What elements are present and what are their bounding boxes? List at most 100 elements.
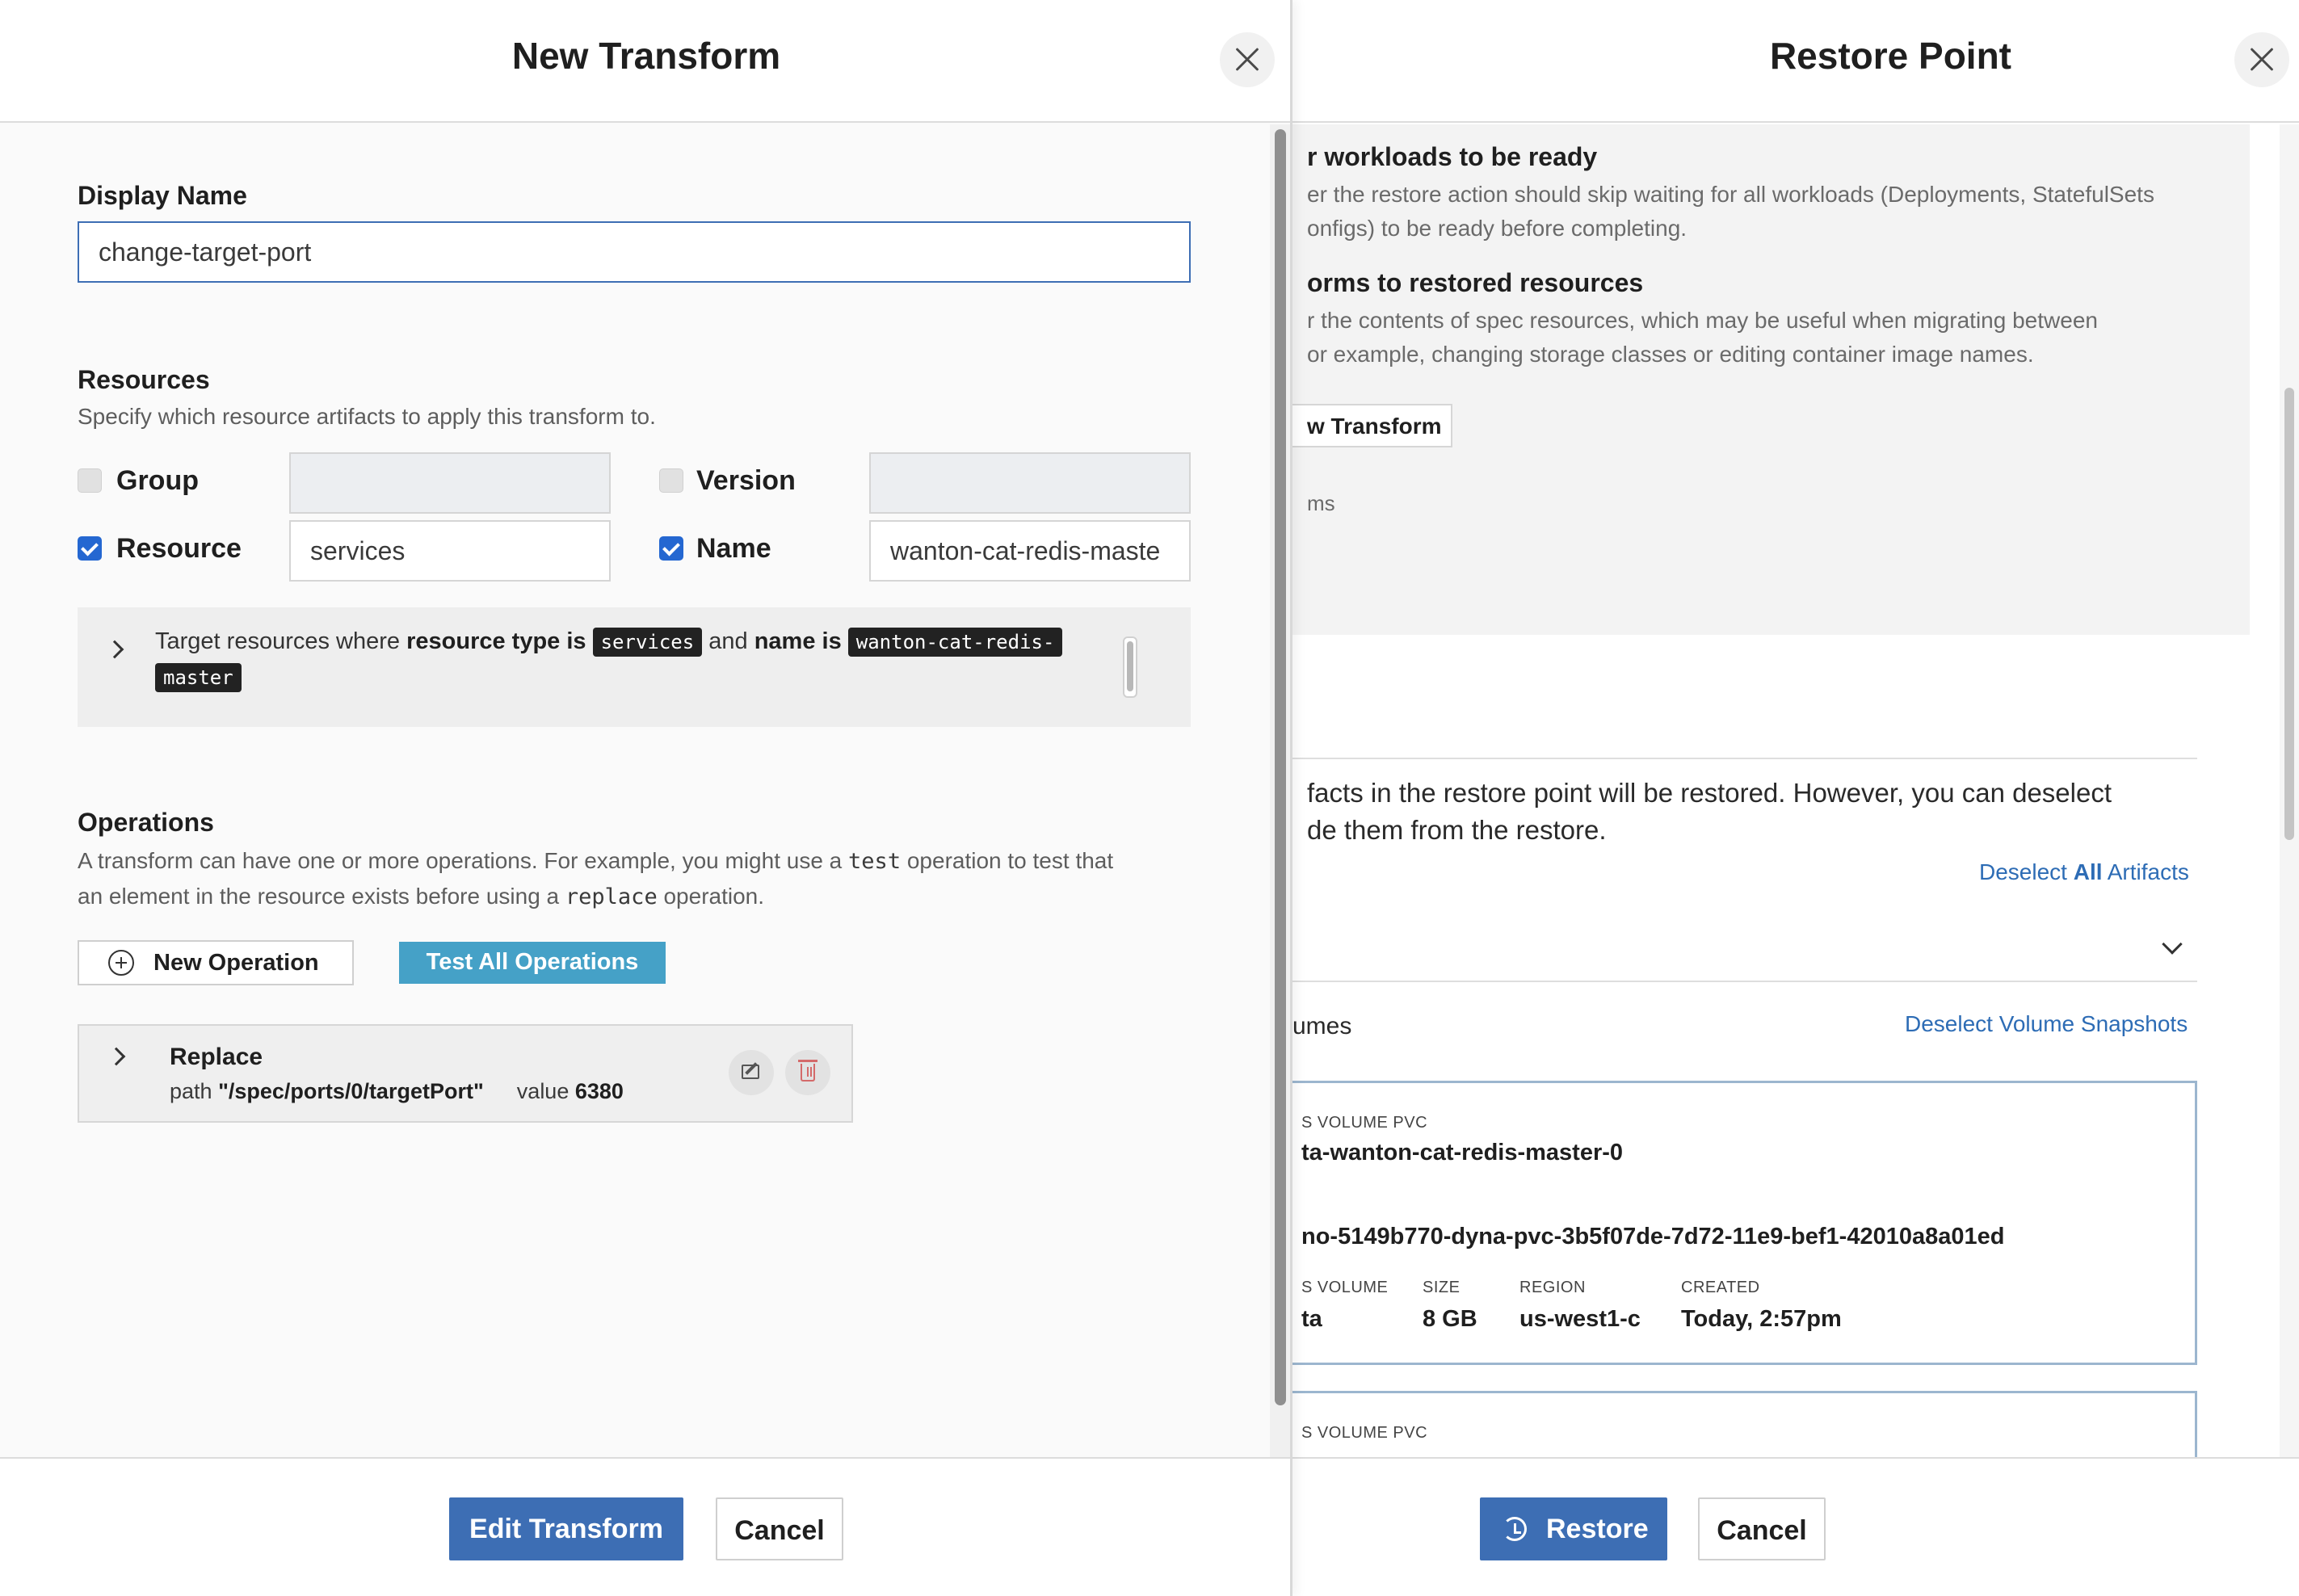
deselect-all-word: All — [2073, 859, 2103, 884]
target-and: and — [708, 628, 748, 654]
apply-transforms-desc-2: or example, changing storage classes or … — [1307, 342, 2034, 367]
divider — [1292, 981, 2197, 982]
name-label: Name — [696, 533, 771, 564]
name-checkbox[interactable] — [659, 536, 683, 561]
divider — [1292, 758, 2197, 759]
operations-desc-1: A transform can have one or more operati… — [78, 843, 1113, 880]
operations-desc-1b: operation to test that — [906, 848, 1114, 873]
operation-detail: path "/spec/ports/0/targetPort" value 63… — [170, 1079, 624, 1104]
deselect-suffix: Artifacts — [2107, 859, 2189, 884]
new-operation-button[interactable]: New Operation — [78, 940, 354, 985]
restore-point-title: Restore Point — [1769, 35, 2011, 77]
new-transform-close-icon[interactable] — [1220, 32, 1275, 87]
operations-desc-test-code: test — [848, 849, 902, 874]
transforms-count: ms — [1307, 491, 1335, 515]
edit-operation-button[interactable] — [729, 1050, 774, 1095]
resource-label: Resource — [116, 533, 242, 564]
target-scrollbar-thumb[interactable] — [1123, 636, 1137, 698]
scrollbar-thumb[interactable] — [2284, 388, 2294, 840]
chevron-down-icon[interactable] — [2162, 934, 2183, 955]
group-input[interactable] — [289, 452, 611, 514]
new-transform-button[interactable]: w Transform — [1292, 404, 1452, 447]
size-value: 8 GB — [1423, 1306, 1477, 1332]
restore-point-header: Restore Point — [1292, 0, 2299, 123]
new-transform-panel: New Transform Display Name change-target… — [0, 0, 1292, 1596]
restore-point-panel: Restore Point r workloads to be ready er… — [1292, 0, 2299, 1596]
size-label: SIZE — [1423, 1279, 1461, 1296]
target-name-tag-1: wanton-cat-redis- — [847, 628, 1063, 657]
operation-value-value: 6380 — [574, 1079, 624, 1103]
apply-transforms-heading: orms to restored resources — [1307, 268, 1644, 297]
wait-workloads-desc-1: er the restore action should skip waitin… — [1307, 182, 2154, 207]
resources-desc: Specify which resource artifacts to appl… — [78, 404, 656, 429]
resource-input[interactable]: services — [289, 520, 611, 582]
target-name-tag-2: master — [155, 663, 242, 692]
deselect-all-artifacts-link[interactable]: Deselect All Artifacts — [1979, 859, 2189, 885]
chevron-right-icon[interactable] — [107, 1047, 126, 1066]
target-summary[interactable]: Target resources where resource type is … — [78, 607, 1191, 727]
operation-path-label: path — [170, 1079, 212, 1103]
target-resource-type-is: resource type is — [406, 628, 586, 654]
edit-icon — [742, 1065, 759, 1079]
artifacts-desc-1: facts in the restore point will be resto… — [1307, 778, 2112, 808]
volume-type-label: S VOLUME PVC — [1301, 1424, 1428, 1442]
chevron-right-icon[interactable] — [105, 640, 124, 659]
deselect-volume-snapshots-link[interactable]: Deselect Volume Snapshots — [1905, 1011, 2188, 1037]
operations-desc-2b: operation. — [663, 884, 765, 909]
display-name-label: Display Name — [78, 181, 247, 210]
version-input[interactable] — [869, 452, 1191, 514]
wait-workloads-desc-2: onfigs) to be ready before completing. — [1307, 216, 1687, 241]
volume-col-label: S VOLUME — [1301, 1279, 1389, 1296]
region-label: REGION — [1519, 1279, 1586, 1296]
operation-name: Replace — [170, 1044, 263, 1070]
volume-id: no-5149b770-dyna-pvc-3b5f07de-7d72-11e9-… — [1301, 1224, 2005, 1250]
version-checkbox[interactable] — [659, 468, 683, 493]
volume-col-value: ta — [1301, 1306, 1322, 1332]
new-transform-footer: Edit Transform Cancel — [0, 1457, 1290, 1596]
resource-checkbox[interactable] — [78, 536, 102, 561]
new-operation-label: New Operation — [153, 950, 319, 976]
restore-button[interactable]: Restore — [1480, 1497, 1667, 1560]
name-input[interactable]: wanton-cat-redis-maste — [869, 520, 1191, 582]
volume-type-label: S VOLUME PVC — [1301, 1114, 1428, 1132]
display-name-input[interactable]: change-target-port — [78, 221, 1191, 283]
new-transform-cancel-button[interactable]: Cancel — [716, 1497, 843, 1560]
restore-button-label: Restore — [1546, 1514, 1649, 1544]
version-label: Version — [696, 465, 796, 496]
new-transform-title: New Transform — [511, 35, 781, 77]
operation-card[interactable]: Replace path "/spec/ports/0/targetPort" … — [78, 1024, 853, 1123]
delete-operation-button[interactable] — [785, 1050, 830, 1095]
trash-icon — [798, 1060, 817, 1082]
wait-workloads-heading: r workloads to be ready — [1307, 142, 1598, 171]
target-resource-tag: services — [592, 628, 703, 657]
operation-value-label: value — [516, 1079, 569, 1103]
plus-circle-icon — [108, 950, 134, 976]
group-label: Group — [116, 465, 199, 496]
operations-label: Operations — [78, 808, 214, 837]
apply-transforms-desc-1: r the contents of spec resources, which … — [1307, 308, 2098, 333]
operations-desc-replace-code: replace — [565, 884, 658, 909]
artifacts-desc-2: de them from the restore. — [1307, 815, 1607, 845]
target-prefix: Target resources where — [155, 628, 401, 654]
scrollbar-thumb[interactable] — [1275, 129, 1286, 1405]
operations-desc-2: an element in the resource exists before… — [78, 879, 764, 915]
target-name-is: name is — [754, 628, 842, 654]
restore-icon — [1503, 1517, 1527, 1541]
new-transform-header: New Transform — [0, 0, 1290, 123]
group-checkbox[interactable] — [78, 468, 102, 493]
volume-card[interactable]: S VOLUME PVC ta-wanton-cat-redis-master-… — [1292, 1081, 2197, 1365]
restore-point-close-icon[interactable] — [2234, 32, 2289, 87]
created-label: CREATED — [1681, 1279, 1760, 1296]
created-value: Today, 2:57pm — [1681, 1306, 1842, 1332]
restore-point-footer: Restore Cancel — [1292, 1457, 2299, 1596]
deselect-prefix: Deselect — [1979, 859, 2067, 884]
restore-cancel-button[interactable]: Cancel — [1698, 1497, 1826, 1560]
resources-label: Resources — [78, 365, 210, 394]
operations-desc-2a: an element in the resource exists before… — [78, 884, 560, 909]
volumes-label: umes — [1292, 1013, 1352, 1040]
region-value: us-west1-c — [1519, 1306, 1641, 1332]
test-all-operations-button[interactable]: Test All Operations — [399, 942, 666, 984]
operations-desc-1a: A transform can have one or more operati… — [78, 848, 843, 873]
edit-transform-button[interactable]: Edit Transform — [449, 1497, 683, 1560]
target-summary-text: Target resources where resource type is … — [155, 624, 1076, 695]
